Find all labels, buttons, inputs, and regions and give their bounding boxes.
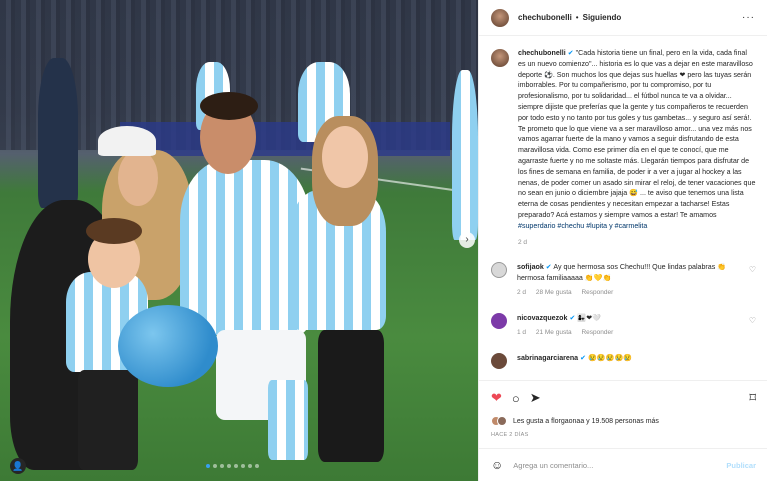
carousel-dot xyxy=(206,464,210,468)
verified-icon: ✔ xyxy=(545,263,552,272)
verified-icon: ✔ xyxy=(567,49,574,57)
caption-username[interactable]: chechubonelli xyxy=(518,49,566,57)
list-item: sabrinagarciarena ✔ 😢😢😢😢😢 xyxy=(491,352,756,369)
heart-filled-icon[interactable]: ❤ xyxy=(491,390,502,406)
user-tag-icon[interactable]: 👤 xyxy=(10,458,26,474)
reply-button[interactable]: Responder xyxy=(581,329,613,336)
comment-meta: 1 d 21 Me gusta Responder xyxy=(517,328,749,339)
caption: chechubonelli ✔ "Cada historia tiene un … xyxy=(491,48,756,248)
background-player xyxy=(452,70,478,240)
comment-username[interactable]: sofijaok xyxy=(517,263,544,271)
stadium-ad-board xyxy=(120,122,450,156)
comment-input[interactable]: Agrega un comentario... xyxy=(513,461,593,470)
post-photo[interactable]: › 👤 xyxy=(0,0,478,481)
bookmark-icon[interactable]: ⌑ xyxy=(749,390,756,406)
list-item: sofijaok ✔ Ay que hermosa sos Chechu!!! … xyxy=(491,262,756,299)
comment-username[interactable]: nicovazquezok xyxy=(517,314,567,322)
post-actions: ❤ ○ ➤ ⌑ Les gusta a florgaonaa y 19.508 … xyxy=(479,380,767,438)
comment-age: 1 d xyxy=(517,329,527,337)
carousel-dots xyxy=(206,464,259,468)
carousel-dot xyxy=(241,464,245,468)
carousel-dot xyxy=(234,464,238,468)
comments-scroll[interactable]: chechubonelli ✔ "Cada historia tiene un … xyxy=(479,36,767,380)
action-icons: ❤ ○ ➤ ⌑ xyxy=(491,389,756,407)
carousel-dot xyxy=(227,464,231,468)
more-options-icon[interactable]: ··· xyxy=(742,12,755,23)
post-username[interactable]: chechubonelli xyxy=(518,13,572,22)
caption-hashtags[interactable]: #superdario #chechu #lupita y #carmelita xyxy=(518,222,647,230)
carousel-dot xyxy=(220,464,224,468)
player-sock xyxy=(268,380,308,460)
comment-text: 😢😢😢😢😢 xyxy=(588,353,633,362)
comment-icon[interactable]: ○ xyxy=(512,391,520,406)
comment-body: sabrinagarciarena ✔ 😢😢😢😢😢 xyxy=(517,353,749,369)
player-hair xyxy=(200,92,258,120)
comment-text: 👩‍👧❤🤍 xyxy=(577,313,601,322)
caption-text: "Cada historia tiene un final, pero en l… xyxy=(518,49,756,219)
reply-button[interactable]: Responder xyxy=(581,289,613,296)
post-header: chechubonelli • Siguiendo ··· xyxy=(479,0,767,36)
comment-body: nicovazquezok ✔ 👩‍👧❤🤍 1 d 21 Me gusta Re… xyxy=(517,313,749,339)
verified-icon: ✔ xyxy=(569,313,576,322)
comment-age: 2 d xyxy=(517,289,527,297)
post-panel: chechubonelli • Siguiendo ··· chechubone… xyxy=(478,0,767,481)
woman-face xyxy=(118,150,158,206)
comment-heart-icon[interactable]: ♡ xyxy=(749,265,756,274)
post-time: HACE 2 DÍAS xyxy=(491,432,529,438)
comment-composer: ☺ Agrega un comentario... Publicar xyxy=(479,448,767,481)
caption-body: chechubonelli ✔ "Cada historia tiene un … xyxy=(518,48,756,248)
avatar[interactable] xyxy=(491,312,507,329)
carousel-dot xyxy=(255,464,259,468)
comment-username[interactable]: sabrinagarciarena xyxy=(517,354,578,362)
likes-text[interactable]: Les gusta a florgaonaa y 19.508 personas… xyxy=(513,418,659,425)
woman-cap xyxy=(98,126,156,156)
avatar[interactable] xyxy=(491,352,507,369)
list-item: nicovazquezok ✔ 👩‍👧❤🤍 1 d 21 Me gusta Re… xyxy=(491,312,756,339)
comment-meta: 2 d 28 Me gusta Responder xyxy=(517,288,749,299)
carousel-dot xyxy=(213,464,217,468)
carousel-dot xyxy=(248,464,252,468)
separator-dot: • xyxy=(575,13,579,22)
girl-legs xyxy=(318,330,384,462)
avatar[interactable] xyxy=(491,49,509,67)
background-person xyxy=(38,58,78,208)
boy-hair xyxy=(86,218,142,244)
share-icon[interactable]: ➤ xyxy=(530,390,541,406)
verified-icon: ✔ xyxy=(580,353,587,362)
avatar[interactable] xyxy=(491,262,507,279)
comment-heart-icon[interactable]: ♡ xyxy=(749,316,756,325)
following-button[interactable]: Siguiendo xyxy=(583,13,622,22)
comment-likes[interactable]: 21 Me gusta xyxy=(536,329,572,336)
caption-age: 2 d xyxy=(518,238,528,246)
carousel-next-icon[interactable]: › xyxy=(459,232,475,248)
comment-likes[interactable]: 28 Me gusta xyxy=(536,289,572,296)
avatar[interactable] xyxy=(491,8,509,27)
boy-legs xyxy=(78,370,138,470)
likes-row[interactable]: Les gusta a florgaonaa y 19.508 personas… xyxy=(491,416,756,426)
comment-body: sofijaok ✔ Ay que hermosa sos Chechu!!! … xyxy=(517,262,749,299)
publish-button[interactable]: Publicar xyxy=(726,461,756,470)
emoji-icon[interactable]: ☺ xyxy=(491,458,503,472)
blue-balloon xyxy=(118,305,218,387)
avatar xyxy=(497,416,507,426)
girl-face xyxy=(322,126,368,188)
